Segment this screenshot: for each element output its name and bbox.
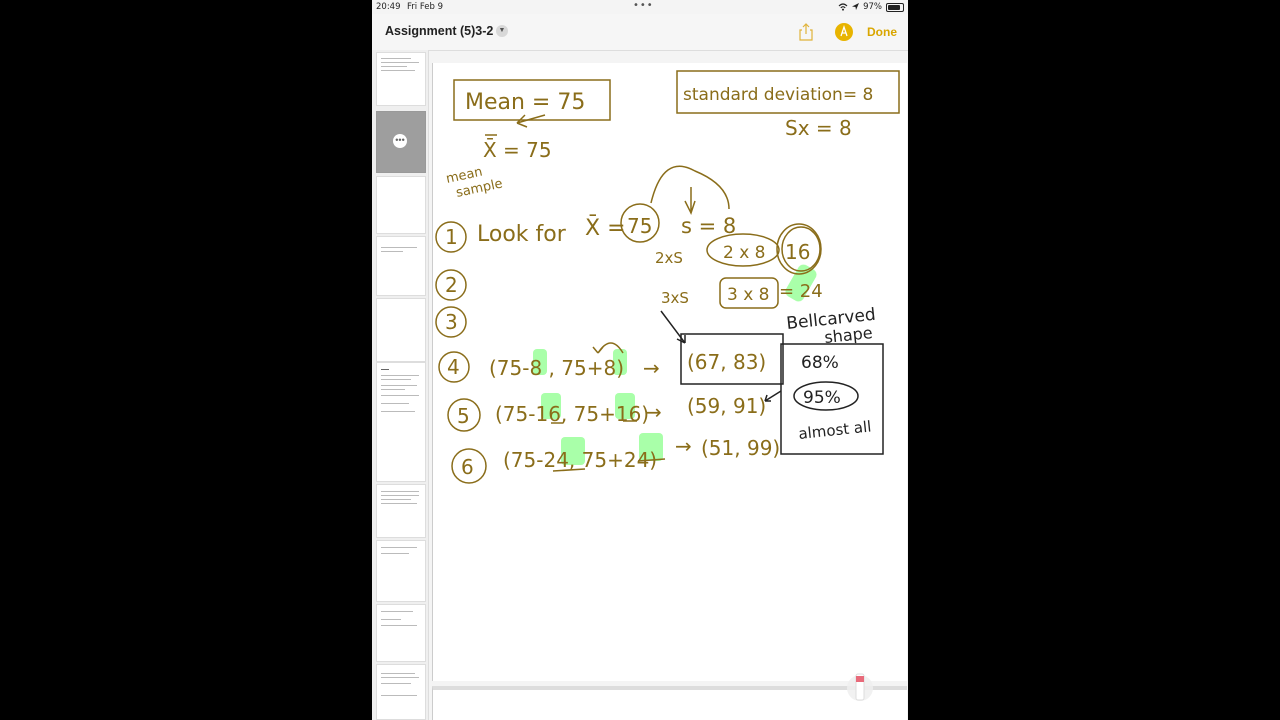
percent-95: 95% [803, 388, 841, 408]
status-time: 20:49 [376, 2, 401, 12]
chevron-down-icon[interactable]: ▼ [496, 25, 508, 37]
location-icon [852, 3, 860, 10]
page-thumbnail-sidebar: ••• [372, 50, 429, 720]
xbar-eq-text: X̄ = [585, 215, 626, 241]
page-thumbnail[interactable] [376, 362, 426, 482]
status-bar: 20:49 Fri Feb 9 ••• 97% [372, 0, 908, 14]
document-page[interactable]: Mean = 75 standard deviation= 8 Sx = 8 X… [432, 63, 907, 681]
ipad-screen: 20:49 Fri Feb 9 ••• 97% Assignment (5)3-… [372, 0, 908, 720]
page-thumbnail[interactable] [376, 664, 426, 720]
step-number: 4 [447, 355, 460, 379]
three-s-label: 3xS [661, 289, 689, 307]
interval-1sd-expr: (75-8 , 75+8) [489, 356, 624, 380]
interval-3sd-expr: (75-24, 75+24) [503, 448, 657, 472]
page-thumbnail[interactable] [376, 236, 426, 296]
three-times-8: 3 x 8 [727, 285, 770, 305]
share-icon[interactable] [798, 23, 814, 41]
mean-text: Mean = 75 [465, 90, 585, 115]
page-thumbnail[interactable] [376, 298, 426, 362]
ellipsis-icon[interactable]: ••• [393, 134, 407, 148]
sx-text: Sx = 8 [785, 116, 852, 140]
two-times-8: 2 x 8 [723, 243, 766, 263]
interval-2sd-result: (59, 91) [687, 394, 766, 418]
sixteen-value: 16 [785, 240, 810, 264]
s-eq-text: s = 8 [681, 214, 736, 238]
eq-24-value: = 24 [779, 281, 823, 302]
page-thumbnail[interactable] [376, 540, 426, 602]
step-number: 1 [445, 225, 458, 249]
page-thumbnail[interactable] [376, 52, 426, 106]
page-thumbnail-current[interactable]: ••• [376, 111, 426, 173]
interval-2sd-expr: (75-16, 75+16) [495, 402, 649, 426]
interval-1sd-result: (67, 83) [687, 350, 766, 374]
battery-percent: 97% [863, 2, 882, 12]
xbar-value: 75 [627, 214, 652, 238]
markup-pen-icon[interactable] [835, 23, 853, 41]
document-title[interactable]: Assignment (5)3-2 [385, 24, 493, 38]
arrow: → [643, 356, 660, 380]
next-document-page[interactable] [432, 686, 907, 720]
almost-all-label: almost all [798, 417, 873, 443]
look-for-text: Look for [477, 222, 567, 247]
percent-68: 68% [801, 353, 839, 373]
battery-icon [886, 2, 904, 12]
toolbar: Assignment (5)3-2 ▼ Done [372, 14, 908, 51]
status-date: Fri Feb 9 [407, 2, 443, 12]
apple-pencil-icon[interactable] [847, 668, 873, 708]
wifi-icon [838, 3, 848, 11]
step-number: 5 [457, 404, 470, 428]
done-button[interactable]: Done [867, 25, 897, 39]
step-number: 2 [445, 273, 458, 297]
arrow: → [645, 400, 662, 424]
page-thumbnail[interactable] [376, 604, 426, 662]
step-number: 3 [445, 310, 458, 334]
page-thumbnail[interactable] [376, 484, 426, 538]
sd-text: standard deviation= 8 [683, 85, 873, 105]
two-s-label: 2xS [655, 249, 683, 267]
page-thumbnail[interactable] [376, 176, 426, 234]
handwritten-notes: Mean = 75 standard deviation= 8 Sx = 8 X… [435, 70, 900, 484]
interval-3sd-result: (51, 99) [701, 436, 780, 460]
multitasking-dots-icon[interactable]: ••• [633, 0, 654, 11]
step-number: 6 [461, 455, 474, 479]
xbar-text: X̄ = 75 [483, 137, 552, 162]
arrow: → [675, 434, 692, 458]
